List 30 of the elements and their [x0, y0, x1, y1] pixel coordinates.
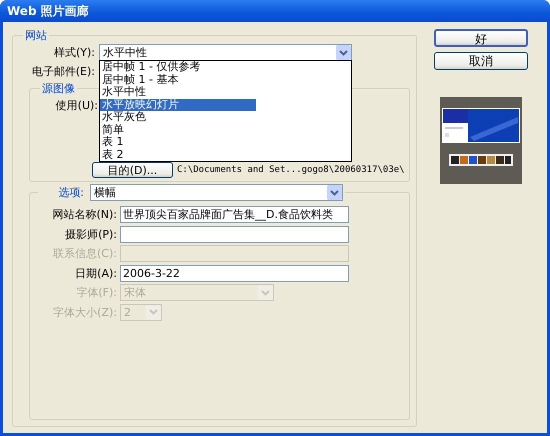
- field-label: 选项:: [57, 185, 84, 200]
- input-field[interactable]: 2006-3-22: [120, 264, 349, 282]
- dropdown-option[interactable]: 水平中性: [100, 86, 351, 98]
- field-label: 样式(Y):: [52, 45, 95, 60]
- dialog-button[interactable]: 好: [434, 29, 528, 47]
- field-label: 字体(F):: [75, 285, 117, 300]
- destination-button[interactable]: 目的(D)...: [92, 162, 173, 178]
- dropdown-option[interactable]: 简单: [100, 124, 351, 136]
- folder-path: C:\Documents and Set...gogo8\20060317\03e\: [177, 165, 405, 175]
- window-title: Web 照片画廊: [7, 2, 89, 20]
- input-field[interactable]: [120, 226, 349, 243]
- options-dropdown[interactable]: 横幅: [90, 184, 343, 201]
- dropdown-option[interactable]: 水平灰色: [100, 111, 351, 124]
- style-dropdown[interactable]: 水平中性: [99, 44, 352, 61]
- dropdown-option[interactable]: 居中帧 1 - 仅供参考: [100, 61, 351, 74]
- field-label: 网站名称(N):: [51, 207, 117, 222]
- field-label: 联系信息(C):: [52, 246, 117, 262]
- field-label: 日期(A):: [74, 266, 117, 281]
- group-title: 网站: [24, 28, 48, 43]
- dropdown-option[interactable]: 表 2: [100, 148, 351, 161]
- dropdown-option[interactable]: 水平放映幻灯片: [100, 98, 256, 111]
- field-label: 字体大小(Z):: [52, 304, 117, 320]
- field-label: 使用(U):: [54, 98, 98, 113]
- dropdown-option[interactable]: 表 1: [100, 136, 351, 148]
- field-label: 摄影师(P):: [64, 226, 117, 242]
- field-label: 电子邮件(E):: [30, 64, 95, 79]
- dropdown-option[interactable]: 居中帧 1 - 基本: [100, 74, 351, 86]
- input-field[interactable]: 世界顶尖百家品牌面广告集__D.食品饮料类: [120, 206, 349, 224]
- group-title: 源图像: [41, 81, 76, 96]
- dialog-button[interactable]: 取消: [434, 52, 528, 70]
